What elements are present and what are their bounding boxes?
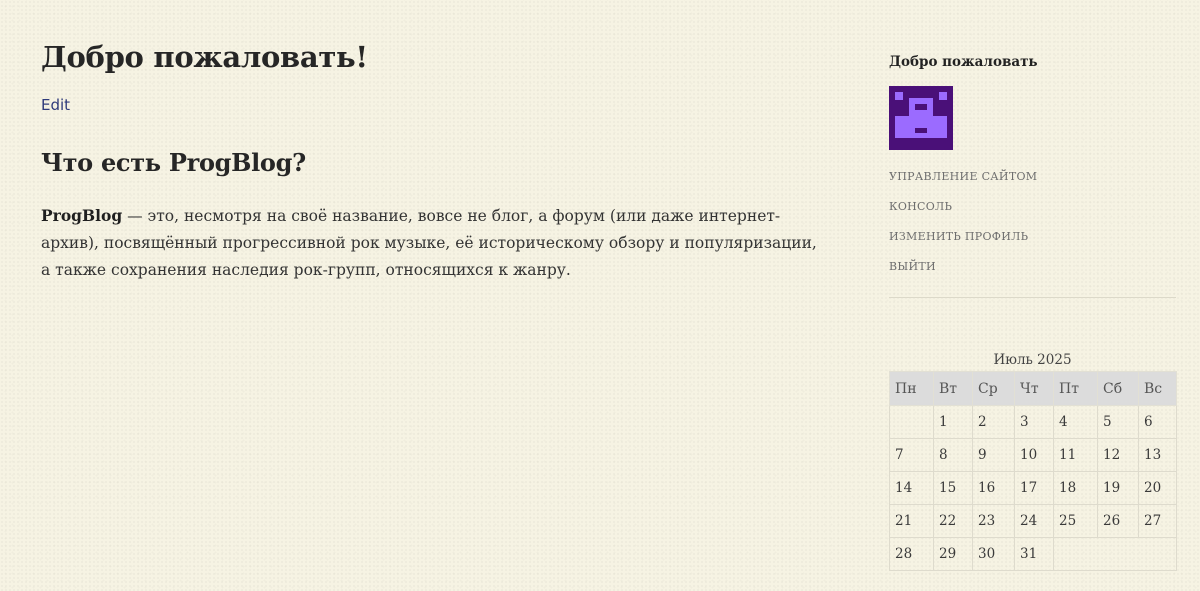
calendar-week-row: 14 15 16 17 18 19 20: [889, 471, 1177, 505]
edit-link[interactable]: Edit: [41, 96, 70, 114]
section-heading: Что есть ProgBlog?: [41, 148, 306, 177]
calendar-widget: Июль 2025 Пн Вт Ср Чт Пт Сб Вс 1 2 3 4 5…: [889, 349, 1177, 571]
dashboard-link[interactable]: КОНСОЛЬ: [889, 200, 952, 213]
calendar-day: 15: [933, 471, 973, 505]
calendar-day: 2: [972, 405, 1015, 439]
calendar-day: 22: [933, 504, 973, 538]
calendar-day: 8: [933, 438, 973, 472]
calendar-day: 19: [1097, 471, 1139, 505]
calendar-day: 18: [1053, 471, 1098, 505]
weekday-header: Сб: [1097, 371, 1139, 406]
calendar-empty-cell: [1053, 537, 1177, 571]
weekday-header: Пн: [889, 371, 934, 406]
calendar-day: 5: [1097, 405, 1139, 439]
calendar-day: 13: [1138, 438, 1177, 472]
intro-bold: ProgBlog: [41, 206, 123, 225]
calendar-day: 31: [1014, 537, 1054, 571]
weekday-header: Чт: [1014, 371, 1054, 406]
avatar-pixel: [915, 104, 927, 110]
calendar-week-row: 1 2 3 4 5 6: [889, 405, 1177, 439]
calendar-day: 9: [972, 438, 1015, 472]
calendar-week-row: 21 22 23 24 25 26 27: [889, 504, 1177, 538]
calendar-day: 6: [1138, 405, 1177, 439]
page-title: Добро пожаловать!: [41, 40, 368, 74]
intro-paragraph: ProgBlog — это, несмотря на своё названи…: [41, 202, 821, 284]
calendar-day: 23: [972, 504, 1015, 538]
weekday-header: Вт: [933, 371, 973, 406]
calendar-day: 28: [889, 537, 934, 571]
calendar-day: 30: [972, 537, 1015, 571]
sidebar-divider: [889, 297, 1176, 298]
calendar-day: 25: [1053, 504, 1098, 538]
logout-link[interactable]: ВЫЙТИ: [889, 260, 936, 273]
avatar-pixel: [915, 128, 927, 133]
avatar-pixel: [895, 116, 947, 138]
calendar-day: 7: [889, 438, 934, 472]
calendar-day: 4: [1053, 405, 1098, 439]
calendar-day: 12: [1097, 438, 1139, 472]
intro-text: — это, несмотря на своё название, вовсе …: [41, 207, 817, 279]
site-admin-link[interactable]: УПРАВЛЕНИЕ САЙТОМ: [889, 170, 1037, 183]
avatar[interactable]: [889, 86, 953, 150]
calendar-day: 29: [933, 537, 973, 571]
calendar-day: 20: [1138, 471, 1177, 505]
sidebar: Добро пожаловать УПРАВЛЕНИЕ САЙТОМ КОНСО…: [889, 50, 1176, 298]
calendar-week-row: 28 29 30 31: [889, 537, 1177, 571]
calendar-day: 24: [1014, 504, 1054, 538]
calendar-day: 17: [1014, 471, 1054, 505]
weekday-header: Вс: [1138, 371, 1177, 406]
edit-profile-link[interactable]: ИЗМЕНИТЬ ПРОФИЛЬ: [889, 230, 1028, 243]
admin-link-item: УПРАВЛЕНИЕ САЙТОМ: [889, 160, 1176, 190]
admin-links: УПРАВЛЕНИЕ САЙТОМ КОНСОЛЬ ИЗМЕНИТЬ ПРОФИ…: [889, 160, 1176, 280]
calendar-caption: Июль 2025: [993, 352, 1072, 368]
calendar-weekday-row: Пн Вт Ср Чт Пт Сб Вс: [889, 371, 1177, 406]
main-content: Добро пожаловать! Edit Что есть ProgBlog…: [41, 36, 821, 300]
welcome-widget-title: Добро пожаловать: [889, 54, 1038, 70]
admin-link-item: ИЗМЕНИТЬ ПРОФИЛЬ: [889, 220, 1176, 250]
calendar-day: 3: [1014, 405, 1054, 439]
admin-link-item: ВЫЙТИ: [889, 250, 1176, 280]
weekday-header: Ср: [972, 371, 1015, 406]
weekday-header: Пт: [1053, 371, 1098, 406]
calendar-day: 26: [1097, 504, 1139, 538]
avatar-pixel: [939, 92, 947, 100]
calendar-day: 14: [889, 471, 934, 505]
avatar-pixel: [895, 92, 903, 100]
calendar-day: 16: [972, 471, 1015, 505]
calendar-day: 11: [1053, 438, 1098, 472]
admin-link-item: КОНСОЛЬ: [889, 190, 1176, 220]
calendar-day: 21: [889, 504, 934, 538]
calendar-day: 10: [1014, 438, 1054, 472]
calendar-day: [889, 405, 934, 439]
calendar-day: 1: [933, 405, 973, 439]
calendar-table: Пн Вт Ср Чт Пт Сб Вс 1 2 3 4 5 6 7 8 9 1…: [889, 371, 1177, 571]
calendar-day: 27: [1138, 504, 1177, 538]
calendar-week-row: 7 8 9 10 11 12 13: [889, 438, 1177, 472]
